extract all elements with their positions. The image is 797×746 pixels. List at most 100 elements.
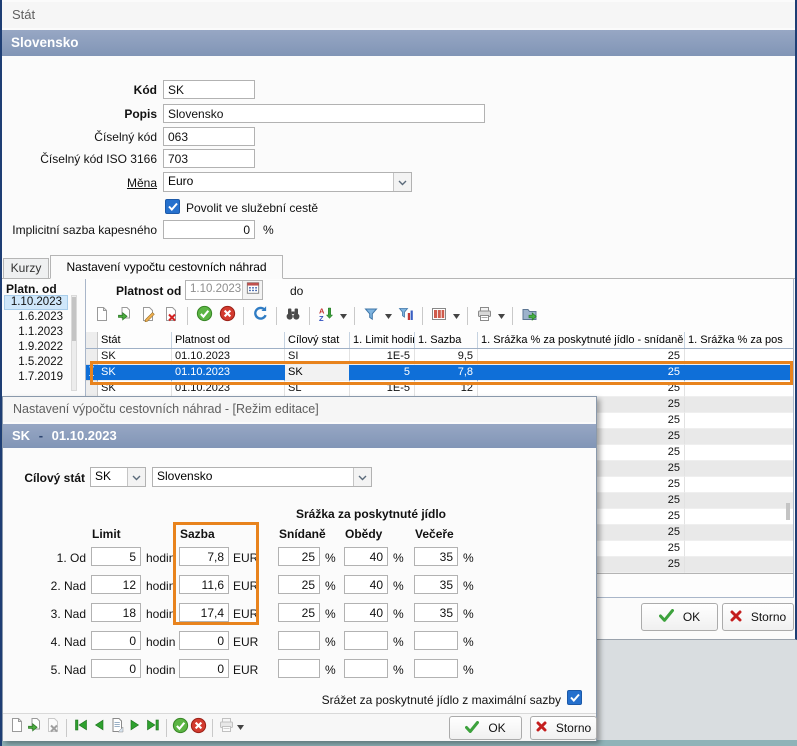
obedy-field[interactable] xyxy=(344,631,388,650)
snidane-field[interactable]: 25 xyxy=(278,603,320,622)
filter-settings-button[interactable] xyxy=(396,306,416,326)
print-button[interactable] xyxy=(474,306,494,326)
column-header[interactable]: 1. Srážka % za poskytnuté jídlo - snídan… xyxy=(478,332,685,348)
date-list-item[interactable]: 1.5.2022 xyxy=(4,355,68,370)
limit-field[interactable]: 0 xyxy=(91,659,141,678)
platnost-od-date-field[interactable]: 1.10.2023 xyxy=(185,280,263,300)
snidane-field[interactable]: 25 xyxy=(278,547,320,566)
table-scrollbar-thumb[interactable] xyxy=(786,503,790,520)
obedy-field[interactable]: 40 xyxy=(344,575,388,594)
srazet-checkbox[interactable] xyxy=(567,690,582,705)
column-header[interactable]: 1. Srážka % za pos xyxy=(685,332,793,348)
dropdown-arrow-icon[interactable] xyxy=(236,718,245,738)
tab-nastaveni-nahrad[interactable]: Nastavení vypočtu cestovních náhrad xyxy=(50,255,283,279)
snidane-field[interactable]: 25 xyxy=(278,575,320,594)
search-button[interactable] xyxy=(283,306,303,326)
mena-label[interactable]: Měna xyxy=(0,175,157,191)
print-button[interactable] xyxy=(218,719,235,736)
scrollbar-thumb[interactable] xyxy=(72,297,76,341)
kapesne-field[interactable]: 0 xyxy=(163,220,255,239)
column-header[interactable]: Stát xyxy=(98,332,172,348)
row-selector[interactable] xyxy=(86,381,98,397)
vecere-field[interactable] xyxy=(414,659,458,678)
accept-button[interactable] xyxy=(172,719,189,736)
limit-field[interactable]: 18 xyxy=(91,603,141,622)
storno-button[interactable]: Storno xyxy=(722,603,794,631)
row-selector[interactable]: I xyxy=(86,365,98,381)
popis-field[interactable]: Slovensko xyxy=(163,104,485,123)
limit-field[interactable]: 5 xyxy=(91,547,141,566)
sort-button[interactable]: AZ xyxy=(316,306,336,326)
limit-field[interactable]: 0 xyxy=(91,631,141,650)
date-list-item[interactable]: 1.10.2023 xyxy=(4,295,68,310)
dropdown-arrow-icon[interactable] xyxy=(452,306,461,326)
cancel-button[interactable] xyxy=(217,306,237,326)
dialog-ok-button[interactable]: OK xyxy=(449,716,522,740)
vecere-field[interactable]: 35 xyxy=(414,575,458,594)
accept-button[interactable] xyxy=(194,306,214,326)
row-selector[interactable] xyxy=(86,349,98,365)
edit-record-button[interactable] xyxy=(138,306,158,326)
date-list-scrollbar[interactable] xyxy=(71,295,77,391)
dropdown-arrow-icon[interactable] xyxy=(339,306,348,326)
povolit-checkbox[interactable] xyxy=(165,199,180,214)
page-new-icon xyxy=(9,717,25,738)
cancel-button[interactable] xyxy=(190,719,207,736)
next-record-button[interactable] xyxy=(126,719,143,736)
sazba-field[interactable]: 11,6 xyxy=(179,575,229,594)
last-record-button[interactable] xyxy=(144,719,161,736)
ciselny-kod-field[interactable]: 063 xyxy=(163,127,255,146)
cilovy-stat-code-combo[interactable]: SK xyxy=(90,467,146,487)
export-button[interactable] xyxy=(519,306,539,326)
vecere-field[interactable]: 35 xyxy=(414,603,458,622)
new-record-button[interactable] xyxy=(92,306,112,326)
kod-field[interactable]: SK xyxy=(163,80,255,99)
filter-button[interactable] xyxy=(361,306,381,326)
previous-record-button[interactable] xyxy=(90,719,107,736)
columns-button[interactable] xyxy=(429,306,449,326)
table-row[interactable]: SK01.10.2023SL1E-51225 xyxy=(86,381,793,397)
snidane-field[interactable] xyxy=(278,659,320,678)
delete-record-button[interactable] xyxy=(44,719,61,736)
vecere-field[interactable]: 35 xyxy=(414,547,458,566)
column-header[interactable]: Platnost od xyxy=(172,332,285,348)
dropdown-arrow-icon[interactable] xyxy=(384,306,393,326)
sazba-field[interactable]: 0 xyxy=(179,659,229,678)
copy-record-button[interactable] xyxy=(26,719,43,736)
calendar-button[interactable] xyxy=(242,281,262,299)
sazba-field[interactable]: 17,4 xyxy=(179,603,229,622)
delete-record-button[interactable] xyxy=(161,306,181,326)
browse-records-button[interactable] xyxy=(108,719,125,736)
obedy-field[interactable] xyxy=(344,659,388,678)
column-header[interactable]: 1. Limit hodin xyxy=(350,332,415,348)
sazba-field[interactable]: 7,8 xyxy=(179,547,229,566)
limit-field[interactable]: 12 xyxy=(91,575,141,594)
date-list-item[interactable]: 1.7.2019 xyxy=(4,370,68,385)
tab-kurzy[interactable]: Kurzy xyxy=(3,258,49,278)
snidane-field[interactable] xyxy=(278,631,320,650)
vecere-field[interactable] xyxy=(414,631,458,650)
date-list-item[interactable]: 1.9.2022 xyxy=(4,340,68,355)
mena-dropdown-button[interactable] xyxy=(393,173,411,191)
date-list-item[interactable]: 1.6.2023 xyxy=(4,310,68,325)
dialog-storno-button[interactable]: Storno xyxy=(530,716,597,740)
table-row[interactable]: ISK01.10.2023SK57,825 xyxy=(86,365,793,381)
iso-kod-field[interactable]: 703 xyxy=(163,149,255,168)
name-dropdown-button[interactable] xyxy=(353,468,371,486)
cilovy-stat-name-combo[interactable]: Slovensko xyxy=(152,467,372,487)
code-dropdown-button[interactable] xyxy=(127,468,145,486)
obedy-field[interactable]: 40 xyxy=(344,547,388,566)
new-record-button[interactable] xyxy=(8,719,25,736)
obedy-field[interactable]: 40 xyxy=(344,603,388,622)
column-header[interactable]: Cílový stat xyxy=(285,332,350,348)
table-row[interactable]: SK01.10.2023SI1E-59,525 xyxy=(86,349,793,365)
refresh-button[interactable] xyxy=(250,306,270,326)
ok-button[interactable]: OK xyxy=(641,603,718,631)
first-record-button[interactable] xyxy=(72,719,89,736)
mena-combo[interactable]: Euro xyxy=(163,172,412,192)
copy-record-button[interactable] xyxy=(115,306,135,326)
dropdown-arrow-icon[interactable] xyxy=(497,306,506,326)
date-list-item[interactable]: 1.1.2023 xyxy=(4,325,68,340)
column-header[interactable]: 1. Sazba xyxy=(415,332,478,348)
sazba-field[interactable]: 0 xyxy=(179,631,229,650)
